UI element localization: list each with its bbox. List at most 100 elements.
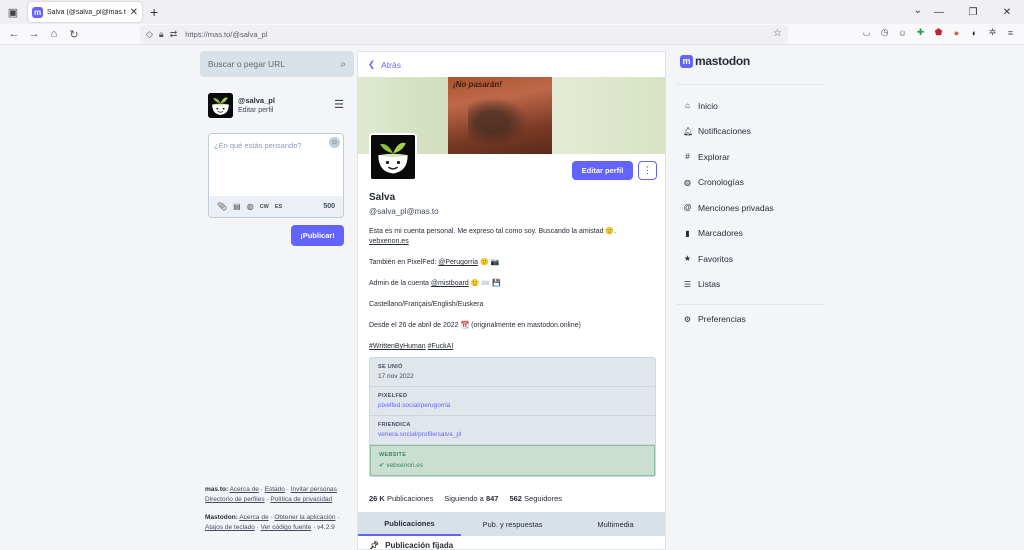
extension-color-icon[interactable]: ● — [951, 27, 962, 38]
character-counter: 500 — [323, 203, 335, 210]
publish-button[interactable]: ¡Publicar! — [291, 225, 344, 246]
emoji-picker-icon[interactable]: ☺ — [329, 137, 340, 148]
permissions-icon[interactable]: ⇄ — [170, 29, 178, 40]
tab-posts-and-replies[interactable]: Pub. y respuestas — [461, 512, 564, 536]
profile-tabs: Publicaciones Pub. y respuestas Multimed… — [358, 512, 665, 536]
nav-timelines[interactable]: ◍ Cronologías — [683, 170, 774, 196]
shield-icon[interactable]: ◇ — [146, 29, 153, 40]
bookmark-star-icon[interactable]: ☆ — [773, 28, 782, 39]
footer-mastodon-label: Mastodon: — [205, 514, 238, 521]
footer-source-link[interactable]: Ver código fuente — [261, 524, 312, 531]
posts-count[interactable]: 26 K Publicaciones — [369, 494, 433, 503]
nav-private-mentions[interactable]: @ Menciones privadas — [683, 195, 773, 221]
field-value-link[interactable]: pixelfed.social/perugorria — [378, 402, 647, 409]
nav-explore[interactable]: # Explorar — [683, 144, 774, 170]
language-button[interactable]: ES — [275, 204, 282, 210]
bio-since: Desde el 26 de abril de 2022 📆 (original… — [369, 322, 581, 329]
extension-shield-icon[interactable]: ⬟ — [933, 27, 944, 38]
hashtag-fuck-ai[interactable]: #FuckAI — [428, 343, 454, 350]
following-count[interactable]: Siguiendo a 847 — [444, 494, 498, 503]
footer-shortcuts-link[interactable]: Atajos de teclado — [205, 524, 255, 531]
footer-links: mas.to: Acerca de · Estado · Invitar per… — [205, 486, 340, 531]
attach-icon[interactable]: 📎︎ — [217, 202, 227, 211]
globe-icon[interactable]: ◍ — [247, 202, 254, 211]
extensions-icon[interactable]: ✲ — [987, 27, 998, 38]
field-value-link[interactable]: vebxenon.es — [386, 462, 423, 469]
my-edit-profile-link[interactable]: Editar perfil — [238, 107, 275, 114]
followers-count[interactable]: 562 Seguidores — [509, 494, 562, 503]
tab-title: Salva (@salva_pl@mas.to) - ma... — [47, 8, 126, 16]
extension-green-icon[interactable]: ✚ — [915, 27, 926, 38]
url-bar[interactable]: ◇ 🔒︎ ⇄ https://mas.to/@salva_pl ☆ — [140, 25, 788, 44]
back-button[interactable]: ❮ Atrás — [358, 52, 665, 77]
bio-line-3-text: Admin de la cuenta — [369, 280, 431, 287]
nav-home[interactable]: ⌂ Inicio — [683, 93, 774, 119]
avatar[interactable] — [208, 92, 233, 118]
footer-mastodon-about-link[interactable]: Acerca de — [239, 514, 268, 521]
pinned-label: Publicación fijada — [385, 541, 454, 550]
footer-site-label: mas.to: — [205, 486, 229, 493]
nav-favourites[interactable]: ★ Favoritos — [683, 246, 774, 272]
window-controls: — ❐ ✕ — [922, 0, 1024, 24]
field-key: FRIENDICA — [378, 422, 411, 428]
restore-icon[interactable]: ❐ — [956, 0, 990, 24]
more-options-icon[interactable]: ⋮ — [638, 161, 657, 180]
edit-profile-button[interactable]: Editar perfil — [572, 161, 633, 180]
footer-about-link[interactable]: Acerca de — [230, 486, 259, 493]
footer-privacy-link[interactable]: Política de privacidad — [270, 496, 332, 503]
reload-icon[interactable]: ↻ — [64, 28, 84, 41]
tab-close-icon[interactable]: ✕ — [130, 7, 138, 18]
app-menu-icon[interactable]: ≡ — [1005, 27, 1016, 38]
hashtag-written-by-human[interactable]: #WrittenByHuman — [369, 343, 426, 350]
content-warning-button[interactable]: CW — [260, 204, 269, 210]
account-handle: @salva_pl@mas.to — [369, 207, 439, 216]
back-icon[interactable]: ← — [4, 28, 24, 40]
bio-pixelfed-mention[interactable]: @Perugorria — [438, 259, 478, 266]
star-icon: ★ — [683, 254, 692, 264]
browser-tabbar: ▣ m Salva (@salva_pl@mas.to) - ma... ✕ +… — [0, 0, 1024, 24]
current-user: @salva_pl Editar perfil ☰ — [208, 92, 348, 118]
footer-directory-link[interactable]: Directorio de perfiles — [205, 496, 265, 503]
extension-dark-icon[interactable]: ◐ — [969, 27, 980, 38]
field-value: 17 nov 2022 — [378, 373, 414, 380]
bookmark-icon: ▮ — [685, 228, 690, 238]
field-friendica: FRIENDICA venera.social/profile/salva_pl — [370, 416, 655, 445]
footer-get-app-link[interactable]: Obtener la aplicación — [274, 514, 335, 521]
list-all-tabs-icon[interactable]: ⌄ — [914, 5, 922, 16]
url-text: https://mas.to/@salva_pl — [185, 30, 268, 39]
tab-media[interactable]: Multimedia — [564, 512, 665, 536]
profile-avatar[interactable] — [369, 133, 417, 181]
mastodon-logo[interactable]: m mastodon — [680, 54, 750, 68]
lock-icon[interactable]: 🔒︎ — [159, 29, 164, 40]
extension-toolbar: ◡ ◷ ☺ ✚ ⬟ ● ◐ ✲ ≡ — [861, 27, 1016, 38]
field-website-verified: WEBSITE ✔ vebxenon.es — [370, 445, 655, 476]
my-handle[interactable]: @salva_pl — [238, 96, 275, 105]
nav-notifications[interactable]: 🔔︎ Notificaciones — [683, 119, 774, 145]
forward-icon[interactable]: → — [24, 28, 44, 40]
search-input[interactable]: Buscar o pegar URL ⌕ — [200, 51, 354, 77]
footer-invite-link[interactable]: Invitar personas — [291, 486, 337, 493]
nav-bookmarks[interactable]: ▮ Marcadores — [683, 221, 774, 247]
bio-languages: Castellano/Français/English/Euskera — [369, 301, 484, 308]
browser-tab[interactable]: m Salva (@salva_pl@mas.to) - ma... ✕ — [28, 2, 142, 22]
poll-icon[interactable]: ▤ — [233, 202, 241, 211]
pocket-icon[interactable]: ◡ — [861, 27, 872, 38]
new-tab-icon[interactable]: + — [150, 4, 158, 20]
menu-icon[interactable]: ☰ — [334, 98, 344, 111]
close-window-icon[interactable]: ✕ — [990, 0, 1024, 24]
nav-lists[interactable]: ☰ Listas — [683, 272, 774, 298]
footer-status-link[interactable]: Estado — [265, 486, 285, 493]
nav-preferences[interactable]: ⚙ Preferencias — [683, 308, 746, 330]
bio-website-link[interactable]: vebxenon.es — [369, 238, 409, 245]
history-icon[interactable]: ◷ — [879, 27, 890, 38]
tab-list-icon[interactable]: ▣ — [2, 1, 24, 23]
bio-line-1: Esta es mi cuenta personal. Me expreso t… — [369, 228, 617, 235]
logo-text: mastodon — [695, 54, 750, 68]
minimize-icon[interactable]: — — [922, 0, 956, 24]
mastodon-favicon-icon: m — [32, 6, 43, 18]
account-icon[interactable]: ☺ — [897, 27, 908, 38]
field-value-link[interactable]: venera.social/profile/salva_pl — [378, 431, 647, 438]
home-icon[interactable]: ⌂ — [44, 28, 64, 40]
tab-posts[interactable]: Publicaciones — [358, 512, 461, 536]
bio-mistboard-mention[interactable]: @mistboard — [431, 280, 469, 287]
